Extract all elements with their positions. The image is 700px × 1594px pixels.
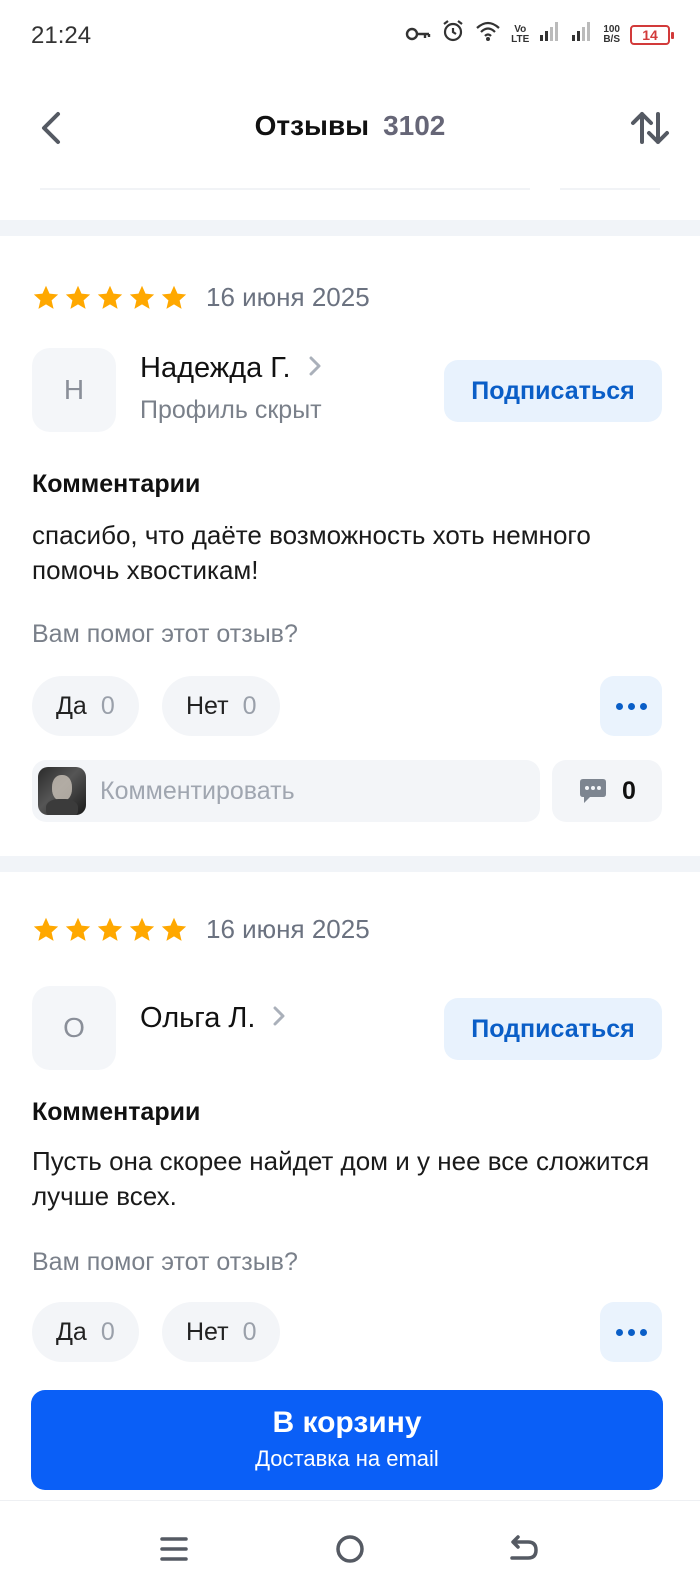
comment-input[interactable]: Комментировать [32,760,540,822]
page-title-text: Отзывы [254,110,370,141]
key-icon [405,20,431,50]
battery-icon: 14 [630,25,674,45]
subscribe-button[interactable]: Подписаться [444,360,662,422]
vote-yes-label: Да [56,1317,87,1346]
more-options-button[interactable] [600,1302,662,1362]
review-date: 16 июня 2025 [206,282,370,312]
comments-button[interactable]: 0 [552,760,662,822]
reviews-count: 3102 [383,110,446,141]
user-avatar [38,767,86,815]
status-bar: 21:24 Vo LTE 100 B/S 14 [0,0,700,72]
avatar-letter: О [63,1012,85,1043]
chevron-right-icon [309,356,321,382]
volte-icon: Vo LTE [511,25,529,45]
author-name: Надежда Г. [140,352,291,384]
net-speed-icon: 100 B/S [603,25,620,45]
vote-yes-label: Да [56,691,87,720]
star-icon [161,917,187,941]
avatar-letter: Н [63,374,85,405]
review-text: спасибо, что даёте возможность хоть немн… [32,520,591,585]
vote-yes-count: 0 [100,1317,115,1346]
more-dots-icon [615,702,647,710]
comment-section-label: Комментарии [32,470,201,498]
system-nav-bar [0,1500,700,1594]
home-button[interactable] [326,1525,374,1573]
status-time: 21:24 [31,22,92,49]
vote-no-label: Нет [186,1317,229,1346]
back-icon [510,1535,538,1560]
rating-row: 16 июня 2025 [32,282,370,313]
chevron-right-icon [273,1006,285,1032]
header: Отзывы 3102 [0,90,700,170]
vote-no-button[interactable]: Нет 0 [162,676,281,736]
star-icon [161,285,187,309]
star-icon [97,917,123,941]
author-profile-status: Профиль скрыт [140,396,322,424]
review-card: 16 июня 2025 О Ольга Л. Подписаться Комм… [0,872,700,1382]
battery-level: 14 [642,27,658,43]
page-title: Отзывы 3102 [0,110,700,142]
more-options-button[interactable] [600,676,662,736]
review-card: 16 июня 2025 Н Надежда Г. Профиль скрыт … [0,236,700,856]
vote-yes-button[interactable]: Да 0 [32,676,139,736]
comment-placeholder: Комментировать [100,776,295,805]
status-icons: Vo LTE 100 B/S 14 [405,19,674,51]
rating-stars [32,284,188,312]
net-speed-unit: B/S [603,34,620,45]
rating-row: 16 июня 2025 [32,914,370,945]
wifi-icon [475,20,501,50]
avatar[interactable]: О [32,986,116,1070]
review-date: 16 июня 2025 [206,914,370,944]
menu-button[interactable] [150,1525,198,1573]
divider [40,188,530,190]
more-dots-icon [615,1328,647,1336]
review-text: Пусть она скорее найдет дом и у нее все … [32,1146,650,1211]
vote-yes-button[interactable]: Да 0 [32,1302,139,1362]
star-icon [129,285,155,309]
vote-no-label: Нет [186,691,229,720]
author-name-link[interactable]: Надежда Г. [140,352,321,385]
add-to-cart-button[interactable]: В корзину Доставка на email [31,1390,663,1490]
signal-icon [571,20,593,50]
helpful-question: Вам помог этот отзыв? [32,1248,298,1276]
star-icon [33,285,59,309]
author-name: Ольга Л. [140,1002,256,1034]
comment-section-label: Комментарии [32,1098,201,1126]
comments-count: 0 [622,776,636,805]
avatar[interactable]: Н [32,348,116,432]
system-back-button[interactable] [500,1525,548,1573]
comment-bubble-icon [580,779,607,803]
section-separator [0,856,700,872]
section-separator [0,220,700,236]
author-name-link[interactable]: Ольга Л. [140,1002,285,1035]
home-icon [336,1535,364,1563]
vote-yes-count: 0 [100,691,115,720]
star-icon [129,917,155,941]
star-icon [65,917,91,941]
vote-no-count: 0 [242,1317,257,1346]
vote-no-button[interactable]: Нет 0 [162,1302,281,1362]
signal-icon [539,20,561,50]
volte-bottom: LTE [511,34,530,45]
menu-icon [160,1537,188,1561]
star-icon [65,285,91,309]
cart-button-title: В корзину [272,1406,422,1439]
sort-arrows-icon [631,112,669,144]
star-icon [97,285,123,309]
subscribe-button[interactable]: Подписаться [444,998,662,1060]
rating-stars [32,916,188,944]
cart-button-subtitle: Доставка на email [255,1446,439,1471]
star-icon [33,917,59,941]
sort-button[interactable] [626,104,674,152]
divider [560,188,660,190]
alarm-icon [441,19,465,51]
helpful-question: Вам помог этот отзыв? [32,620,298,648]
vote-no-count: 0 [242,691,257,720]
